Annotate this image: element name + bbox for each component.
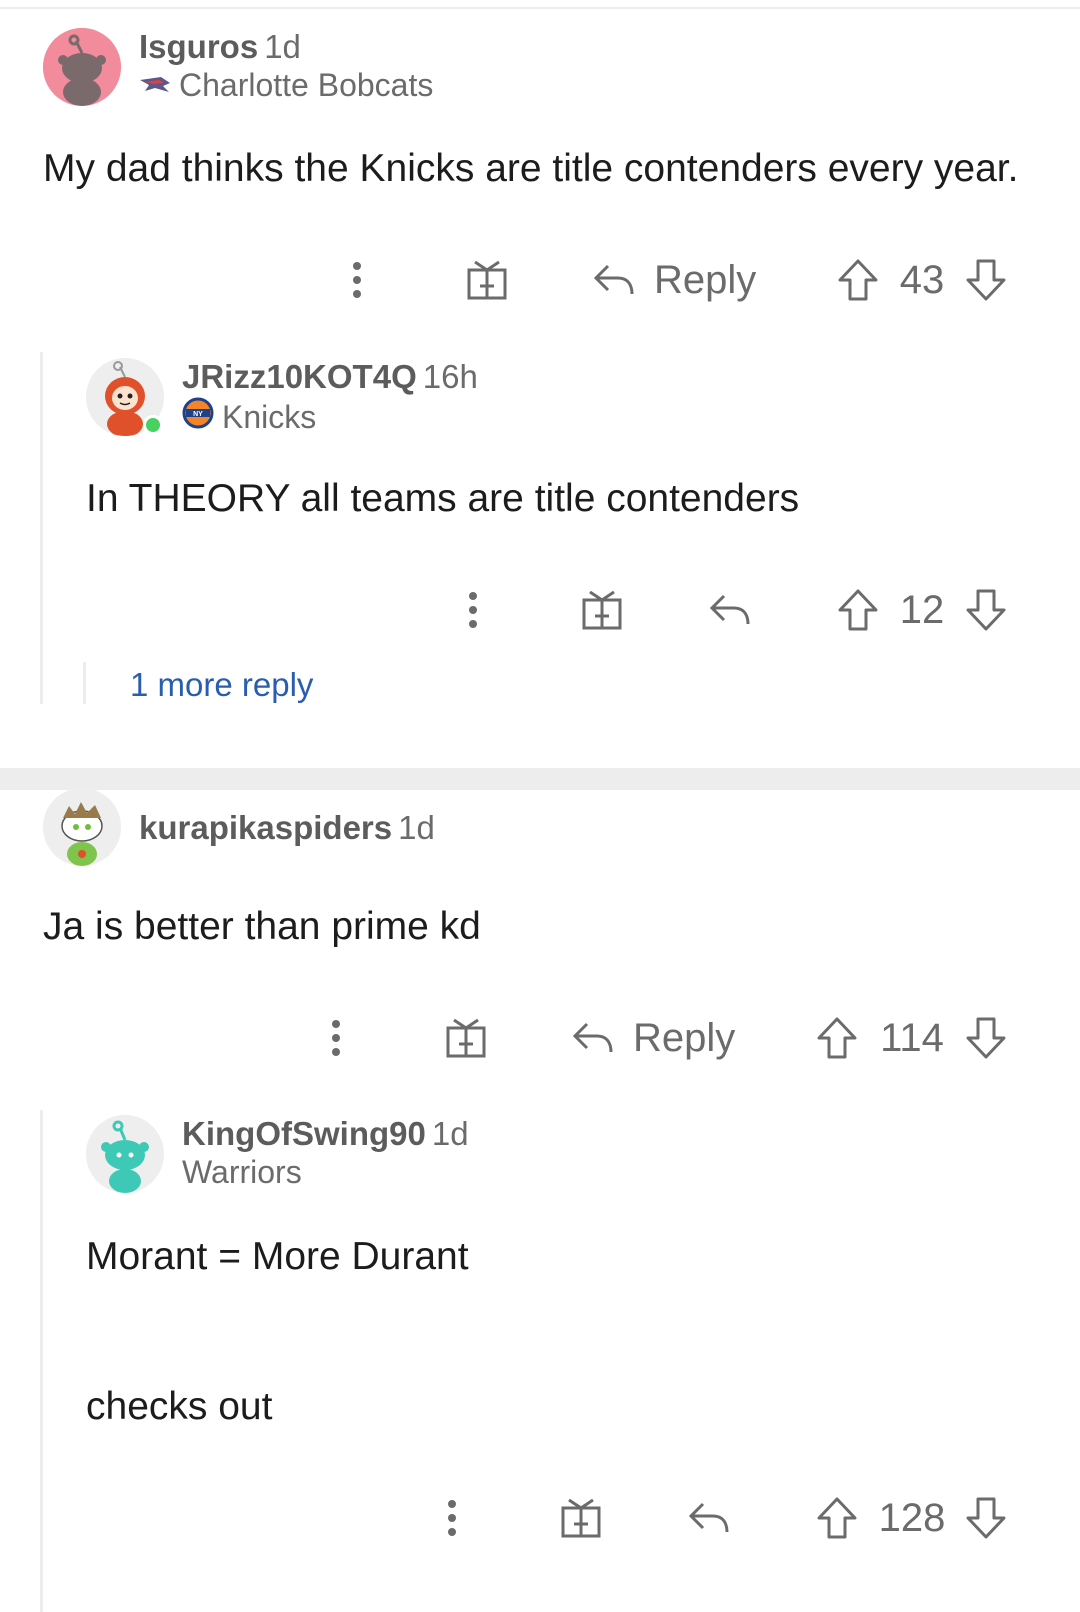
comment-body: Ja is better than prime kd (43, 905, 481, 948)
avatar[interactable] (43, 788, 121, 866)
downvote-arrow-icon[interactable] (964, 1488, 1008, 1548)
flair-text: Warriors (182, 1154, 302, 1190)
reply-label: Reply (654, 257, 757, 302)
more-vertical-icon[interactable] (316, 1008, 356, 1068)
downvote-arrow-icon[interactable] (964, 250, 1008, 310)
vote-count: 114 (880, 1015, 944, 1060)
thread-line[interactable] (83, 662, 86, 704)
comment-age: 16h (422, 358, 478, 395)
gift-icon[interactable] (558, 1488, 604, 1548)
comment-body-line-2: checks out (86, 1385, 273, 1428)
comment-body: In THEORY all teams are title contenders (86, 477, 800, 520)
top-divider (0, 7, 1080, 9)
online-status-indicator (143, 415, 163, 435)
user-flair: NY Knicks (182, 397, 316, 437)
downvote-arrow-icon[interactable] (964, 580, 1008, 640)
avatar[interactable] (86, 1115, 164, 1193)
comment-body-line-1: Morant = More Durant (86, 1235, 469, 1278)
reply-button[interactable] (686, 1488, 732, 1548)
reply-arrow-icon (709, 594, 750, 625)
more-vertical-icon[interactable] (337, 250, 377, 310)
upvote-arrow-icon[interactable] (815, 1488, 859, 1548)
username[interactable]: JRizz10KOT4Q (182, 358, 417, 395)
reply-label: Reply (633, 1015, 736, 1060)
snoo-avatar-icon (43, 788, 121, 866)
reply-button[interactable]: Reply (592, 250, 756, 310)
gift-icon[interactable] (579, 580, 625, 640)
upvote-arrow-icon[interactable] (836, 580, 880, 640)
reply-button[interactable]: Reply (571, 1008, 735, 1068)
comment-body: My dad thinks the Knicks are title conte… (43, 147, 1019, 190)
thread-separator (0, 768, 1080, 790)
flair-text: Charlotte Bobcats (179, 67, 434, 103)
vote-count: 128 (878, 1495, 946, 1540)
more-replies-link[interactable]: 1 more reply (130, 666, 313, 704)
comment-age: 1d (264, 28, 301, 65)
comment-header: KingOfSwing90 1d (182, 1115, 469, 1153)
reply-button[interactable] (707, 580, 753, 640)
downvote-arrow-icon[interactable] (964, 1008, 1008, 1068)
more-vertical-icon[interactable] (453, 580, 493, 640)
reply-arrow-icon (688, 1502, 729, 1533)
gift-icon[interactable] (464, 250, 510, 310)
comment-header: kurapikaspiders 1d (139, 809, 435, 847)
user-flair: Charlotte Bobcats (139, 67, 433, 104)
comment-actions: Reply 114 (0, 1008, 1080, 1068)
thread-line[interactable] (40, 352, 43, 704)
avatar[interactable] (43, 28, 121, 106)
upvote-arrow-icon[interactable] (836, 250, 880, 310)
comment-age: 1d (431, 1115, 469, 1152)
upvote-arrow-icon[interactable] (815, 1008, 859, 1068)
comment-header: JRizz10KOT4Q 16h (182, 358, 478, 396)
vote-count: 12 (899, 587, 945, 632)
bobcats-logo-icon (139, 67, 171, 104)
user-flair: Warriors (182, 1154, 302, 1191)
snoo-avatar-icon (86, 1115, 164, 1193)
comment-age: 1d (398, 809, 435, 846)
username[interactable]: KingOfSwing90 (182, 1115, 426, 1152)
flair-text: Knicks (222, 398, 317, 435)
comment-header: Isguros 1d (139, 28, 301, 66)
username[interactable]: Isguros (139, 28, 258, 65)
comment-actions: 12 (0, 580, 1080, 640)
vote-count: 43 (899, 257, 945, 302)
svg-text:NY: NY (193, 411, 203, 418)
gift-icon[interactable] (443, 1008, 489, 1068)
snoo-avatar-icon (43, 28, 121, 106)
username[interactable]: kurapikaspiders (139, 809, 392, 846)
comment-actions: 128 (0, 1488, 1080, 1548)
reply-arrow-icon (593, 264, 634, 295)
reply-arrow-icon (572, 1022, 613, 1053)
more-vertical-icon[interactable] (432, 1488, 472, 1548)
knicks-logo-icon: NY (182, 397, 214, 437)
comment-actions: Reply 43 (0, 250, 1080, 310)
